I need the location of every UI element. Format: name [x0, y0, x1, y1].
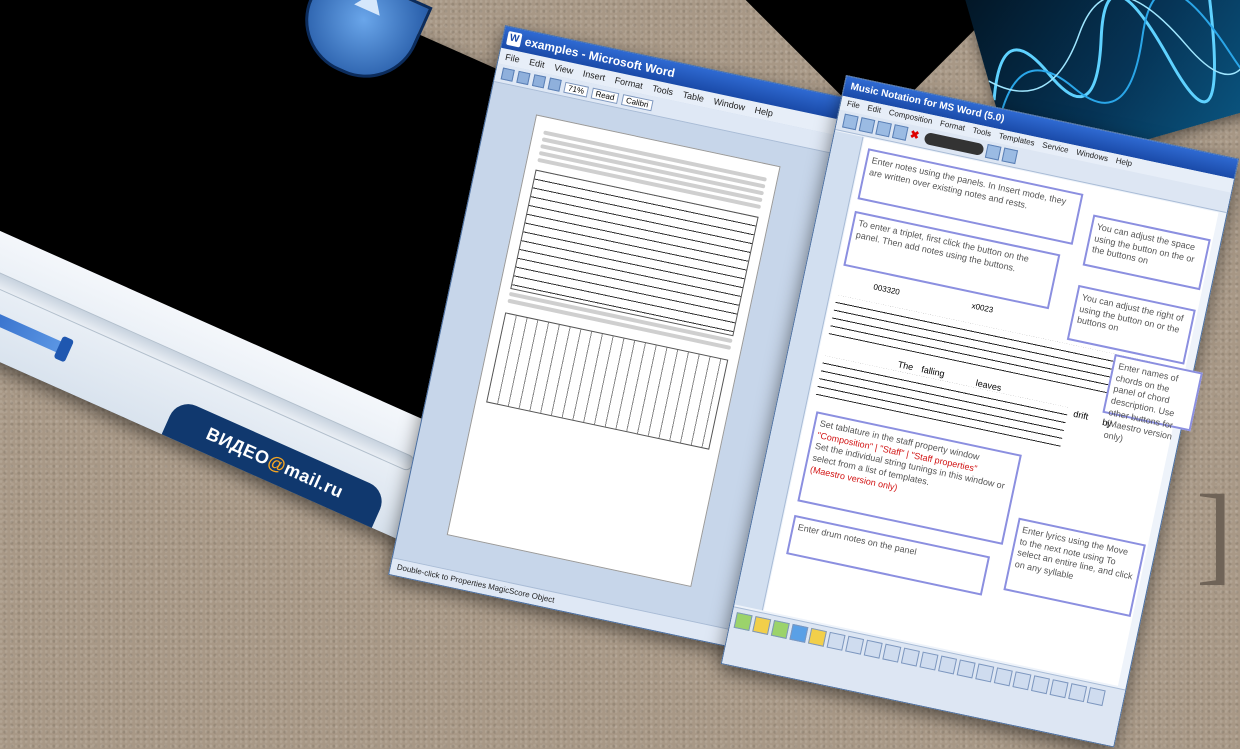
eject-icon	[354, 0, 388, 16]
word-menu-file[interactable]: File	[504, 49, 522, 68]
tool-button[interactable]	[1068, 683, 1088, 703]
brand-logo: ВИДЕО @ mail.ru	[161, 397, 389, 528]
eject-button[interactable]	[287, 0, 433, 96]
chord-label: x0023	[970, 301, 995, 315]
player-control-bar: ▶ 🔊 ВИДЕО@mail.ru	[0, 149, 476, 553]
lyric-label: drift	[1072, 408, 1090, 422]
tool-button[interactable]	[882, 643, 902, 663]
zoom-icon[interactable]	[984, 143, 1002, 161]
print-icon[interactable]	[547, 77, 562, 92]
tool-button[interactable]	[1030, 675, 1050, 695]
new-icon[interactable]	[500, 67, 515, 82]
callout-space: You can adjust the space using the butto…	[1082, 214, 1211, 291]
music-menu-edit[interactable]: Edit	[866, 101, 882, 118]
word-app-icon: W	[505, 30, 523, 48]
callout-chords: Enter names of chords on the panel of ch…	[1102, 353, 1203, 444]
callout-lyrics: Enter lyrics using the Move to the next …	[1003, 517, 1146, 618]
tool-button[interactable]	[956, 659, 976, 679]
tool-button[interactable]	[900, 647, 920, 667]
brand-domain: mail.ru	[281, 457, 347, 502]
note-button[interactable]	[770, 619, 790, 639]
open-icon[interactable]	[858, 117, 876, 134]
tool-button[interactable]	[919, 651, 939, 671]
close-icon[interactable]: ✖	[909, 129, 923, 143]
chord-button[interactable]	[789, 623, 809, 643]
music-menu-file[interactable]: File	[846, 97, 862, 113]
tool-button[interactable]	[826, 631, 846, 651]
partial-glyph: ]	[1196, 472, 1233, 594]
document-page[interactable]	[446, 114, 781, 587]
help-icon[interactable]	[1001, 147, 1019, 165]
tool-button[interactable]	[863, 639, 883, 659]
open-icon[interactable]	[516, 70, 531, 86]
lyric-label: The	[896, 359, 915, 373]
new-icon[interactable]	[842, 113, 859, 131]
tool-button[interactable]	[845, 635, 865, 655]
note-button[interactable]	[807, 627, 827, 647]
tool-button[interactable]	[1049, 679, 1069, 699]
tool-button[interactable]	[1086, 687, 1106, 707]
note-button[interactable]	[752, 616, 772, 635]
save-icon[interactable]	[531, 74, 547, 89]
font-select[interactable]: Calibri	[621, 93, 654, 111]
undo-icon[interactable]	[891, 124, 909, 141]
brand-text: ВИДЕО	[203, 423, 274, 469]
chord-label: 003320	[872, 282, 901, 297]
save-icon[interactable]	[875, 120, 892, 138]
tool-button[interactable]	[993, 667, 1013, 687]
tool-button[interactable]	[975, 663, 995, 683]
note-button[interactable]	[733, 612, 753, 632]
zoom-select[interactable]: 71%	[563, 81, 590, 98]
text-line	[543, 130, 767, 182]
tool-button[interactable]	[1012, 671, 1032, 691]
read-button[interactable]: Read	[590, 87, 620, 104]
tool-button[interactable]	[938, 655, 958, 675]
